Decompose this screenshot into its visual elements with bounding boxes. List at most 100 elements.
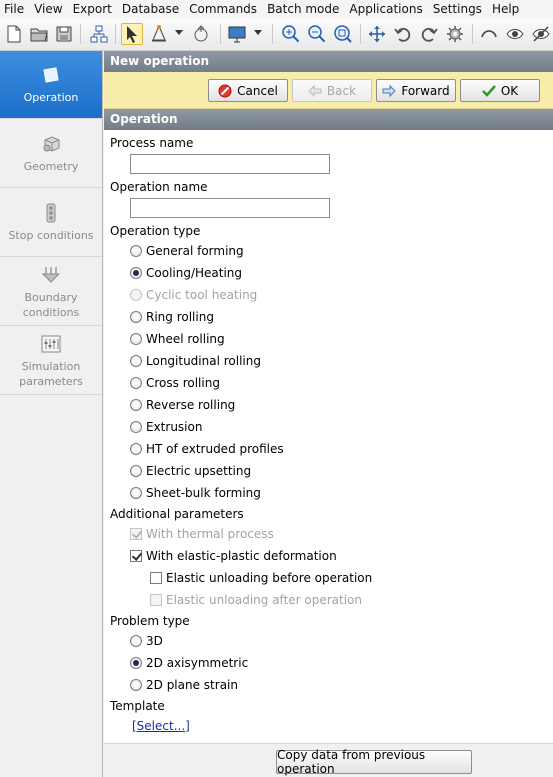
panel-title: New operation <box>104 51 553 72</box>
problem-type-option[interactable]: 2D axisymmetric <box>130 655 248 671</box>
operation-type-option[interactable]: General forming <box>130 243 244 259</box>
operation-type-option[interactable]: Wheel rolling <box>130 331 225 347</box>
undo-icon[interactable] <box>392 23 414 45</box>
radio-button[interactable] <box>130 245 142 257</box>
problem-type-label: Problem type <box>110 614 190 628</box>
elastic-plastic-checkbox-row[interactable]: With elastic-plastic deformation <box>130 548 337 564</box>
menu-commands[interactable]: Commands <box>184 0 262 18</box>
option-label: Sheet-bulk forming <box>146 486 261 500</box>
cancel-icon <box>218 84 232 98</box>
curve-icon[interactable] <box>478 23 500 45</box>
copy-from-previous-button[interactable]: Copy data from previous operation <box>276 748 472 776</box>
checkbox-label: Elastic unloading before operation <box>166 571 373 585</box>
new-file-icon[interactable] <box>3 23 25 45</box>
radio-button[interactable] <box>130 399 142 411</box>
additional-parameters-label: Additional parameters <box>110 507 244 521</box>
unloading-before-checkbox-row[interactable]: Elastic unloading before operation <box>150 570 372 586</box>
monitor-dropdown-icon[interactable] <box>254 30 262 35</box>
operation-type-option[interactable]: Reverse rolling <box>130 397 235 413</box>
operation-type-label: Operation type <box>110 224 201 238</box>
nav-simulation-parameters[interactable]: Simulation parameters <box>0 327 102 395</box>
process-name-input[interactable] <box>130 154 330 174</box>
radio-button[interactable] <box>130 465 142 477</box>
radio-button[interactable] <box>130 657 142 669</box>
gear-icon[interactable] <box>444 23 466 45</box>
redo-icon[interactable] <box>418 23 440 45</box>
radio-button[interactable] <box>130 333 142 345</box>
toolbar <box>0 18 553 51</box>
bottom-bar: Copy data from previous operation <box>104 743 553 777</box>
cancel-button-label: Cancel <box>237 83 278 98</box>
radio-button[interactable] <box>130 443 142 455</box>
option-label: Cross rolling <box>146 376 220 390</box>
rotate-point-icon[interactable] <box>190 23 212 45</box>
select-arrow-icon[interactable] <box>121 23 143 45</box>
menu-view[interactable]: View <box>29 0 67 18</box>
save-icon[interactable] <box>53 23 75 45</box>
nav-stop-conditions[interactable]: Stop conditions <box>0 189 102 257</box>
template-select-link[interactable]: [Select...] <box>132 719 190 733</box>
option-label: Cooling/Heating <box>146 266 243 280</box>
checkbox-label: With elastic-plastic deformation <box>146 549 337 563</box>
nav-geometry[interactable]: Geometry <box>0 120 102 188</box>
checkbox[interactable] <box>150 572 162 584</box>
operation-type-option[interactable]: Electric upsetting <box>130 463 251 479</box>
nav-boundary-conditions[interactable]: Boundary conditions <box>0 258 102 326</box>
radio-button[interactable] <box>130 377 142 389</box>
radio-button[interactable] <box>130 355 142 367</box>
ok-button[interactable]: OK <box>460 79 540 102</box>
back-button[interactable]: Back <box>292 79 372 102</box>
operation-type-option[interactable]: Ring rolling <box>130 309 214 325</box>
zoom-out-icon[interactable] <box>306 23 328 45</box>
radio-button[interactable] <box>130 311 142 323</box>
zoom-fit-icon[interactable] <box>332 23 354 45</box>
option-label: 3D <box>146 634 163 648</box>
menu-settings[interactable]: Settings <box>428 0 487 18</box>
sliders-icon <box>40 333 62 355</box>
open-folder-icon[interactable] <box>28 23 50 45</box>
menu-database[interactable]: Database <box>117 0 184 18</box>
operation-name-label: Operation name <box>110 180 208 194</box>
operation-type-option[interactable]: Cross rolling <box>130 375 220 391</box>
nav-operation[interactable]: Operation <box>0 51 102 119</box>
button-bar: Cancel Back Forward OK <box>104 72 553 109</box>
back-arrow-icon <box>308 84 322 98</box>
forward-arrow-icon <box>382 84 397 98</box>
operation-type-option[interactable]: Longitudinal rolling <box>130 353 261 369</box>
cancel-button[interactable]: Cancel <box>208 79 288 102</box>
radio-button[interactable] <box>130 421 142 433</box>
menu-export[interactable]: Export <box>68 0 117 18</box>
pan-icon[interactable] <box>366 23 388 45</box>
radio-button[interactable] <box>130 267 142 279</box>
measure-dropdown-icon[interactable] <box>175 30 183 35</box>
operation-type-option[interactable]: HT of extruded profiles <box>130 441 284 457</box>
radio-button[interactable] <box>130 635 142 647</box>
arrows-down-icon <box>40 264 62 286</box>
checkbox <box>130 528 142 540</box>
problem-type-option[interactable]: 2D plane strain <box>130 677 238 693</box>
nav-operation-label: Operation <box>23 91 79 104</box>
operation-name-input[interactable] <box>130 198 330 218</box>
checkbox[interactable] <box>130 550 142 562</box>
operation-type-option[interactable]: Extrusion <box>130 419 202 435</box>
radio-button[interactable] <box>130 487 142 499</box>
cube-icon <box>40 133 62 155</box>
forward-button[interactable]: Forward <box>376 79 456 102</box>
tree-icon[interactable] <box>88 23 110 45</box>
operation-type-option[interactable]: Cooling/Heating <box>130 265 242 281</box>
problem-type-option[interactable]: 3D <box>130 633 163 649</box>
operation-type-option[interactable]: Sheet-bulk forming <box>130 485 261 501</box>
left-nav: Operation Geometry Stop conditions Bound… <box>0 51 103 777</box>
radio-button[interactable] <box>130 679 142 691</box>
option-label: Longitudinal rolling <box>146 354 261 368</box>
zoom-in-icon[interactable] <box>280 23 302 45</box>
eye-strike-icon[interactable] <box>530 23 552 45</box>
menu-batch-mode[interactable]: Batch mode <box>262 0 344 18</box>
monitor-icon[interactable] <box>226 23 248 45</box>
menu-help[interactable]: Help <box>487 0 524 18</box>
eye-icon[interactable] <box>504 23 526 45</box>
option-label: Wheel rolling <box>146 332 225 346</box>
menu-file[interactable]: File <box>0 0 29 18</box>
menu-applications[interactable]: Applications <box>344 0 427 18</box>
measure-icon[interactable] <box>148 23 170 45</box>
